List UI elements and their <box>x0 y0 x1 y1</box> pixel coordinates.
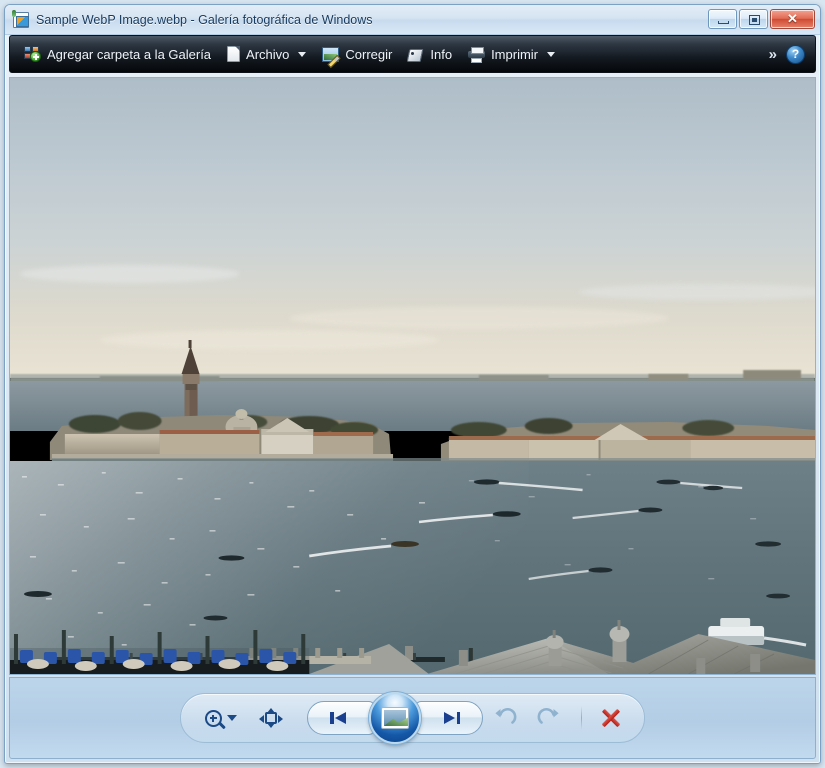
rotate-counterclockwise-button[interactable] <box>493 705 519 731</box>
close-button[interactable]: ✕ <box>770 9 815 29</box>
help-button[interactable]: ? <box>786 44 805 64</box>
zoom-button[interactable] <box>197 709 245 727</box>
toolbar-label-add-folder: Agregar carpeta a la Galería <box>47 46 212 62</box>
fix-picture-pencil-icon <box>322 46 340 62</box>
rotate-cw-icon <box>537 708 559 724</box>
title-bar-left: Sample WebP Image.webp - Galería fotográ… <box>12 5 373 35</box>
toolbar-item-archivo[interactable]: Archivo <box>219 39 314 69</box>
toolbar-item-corregir[interactable]: Corregir <box>314 39 400 69</box>
rotate-clockwise-button[interactable] <box>535 705 561 731</box>
control-separator <box>581 706 582 730</box>
file-document-icon <box>227 46 241 62</box>
fit-to-window-button[interactable] <box>249 708 293 728</box>
close-icon: ✕ <box>787 11 798 26</box>
chevron-down-icon <box>547 51 555 57</box>
previous-button[interactable] <box>307 701 375 735</box>
main-toolbar: Agregar carpeta a la Galería Archivo Cor… <box>9 35 816 73</box>
maximize-icon <box>749 15 760 25</box>
photo-viewport[interactable] <box>9 77 816 675</box>
toolbar-item-imprimir[interactable]: Imprimir <box>460 39 563 69</box>
next-button[interactable] <box>415 701 483 735</box>
minimize-button[interactable] <box>708 9 737 29</box>
skip-previous-icon <box>330 711 352 725</box>
magnifier-plus-icon <box>205 709 222 727</box>
add-folder-gallery-icon <box>24 46 41 62</box>
chevron-down-icon <box>298 51 307 57</box>
photo-gallery-icon <box>12 10 29 28</box>
venice-photograph <box>10 78 815 674</box>
window-title: Sample WebP Image.webp - Galería fotográ… <box>36 13 373 27</box>
toolbar-item-info[interactable]: Info <box>400 39 460 69</box>
slideshow-button[interactable] <box>369 692 421 744</box>
toolbar-label-info: Info <box>430 46 453 62</box>
toolbar-item-add-folder[interactable]: Agregar carpeta a la Galería <box>16 39 219 69</box>
rotate-ccw-icon <box>495 708 517 724</box>
bottom-panel <box>9 677 816 759</box>
toolbar-label-imprimir: Imprimir <box>491 46 538 62</box>
maximize-button[interactable] <box>739 9 768 29</box>
title-bar: Sample WebP Image.webp - Galería fotográ… <box>5 5 820 35</box>
window-controls: ✕ <box>708 9 815 29</box>
skip-next-icon <box>438 711 460 725</box>
fit-to-window-icon <box>259 708 283 728</box>
toolbar-overflow-button[interactable]: » <box>759 46 786 63</box>
delete-button[interactable] <box>598 705 624 731</box>
info-tag-icon <box>408 47 424 62</box>
toolbar-label-corregir: Corregir <box>345 46 393 62</box>
slideshow-picture-icon <box>381 707 409 729</box>
minimize-icon <box>718 21 729 24</box>
photo-control-bar <box>180 692 645 744</box>
printer-icon <box>468 46 486 63</box>
photo-gallery-window: Sample WebP Image.webp - Galería fotográ… <box>4 4 821 764</box>
photo-image <box>10 78 815 674</box>
chevron-down-icon <box>227 715 237 721</box>
toolbar-label-archivo: Archivo <box>246 46 290 62</box>
